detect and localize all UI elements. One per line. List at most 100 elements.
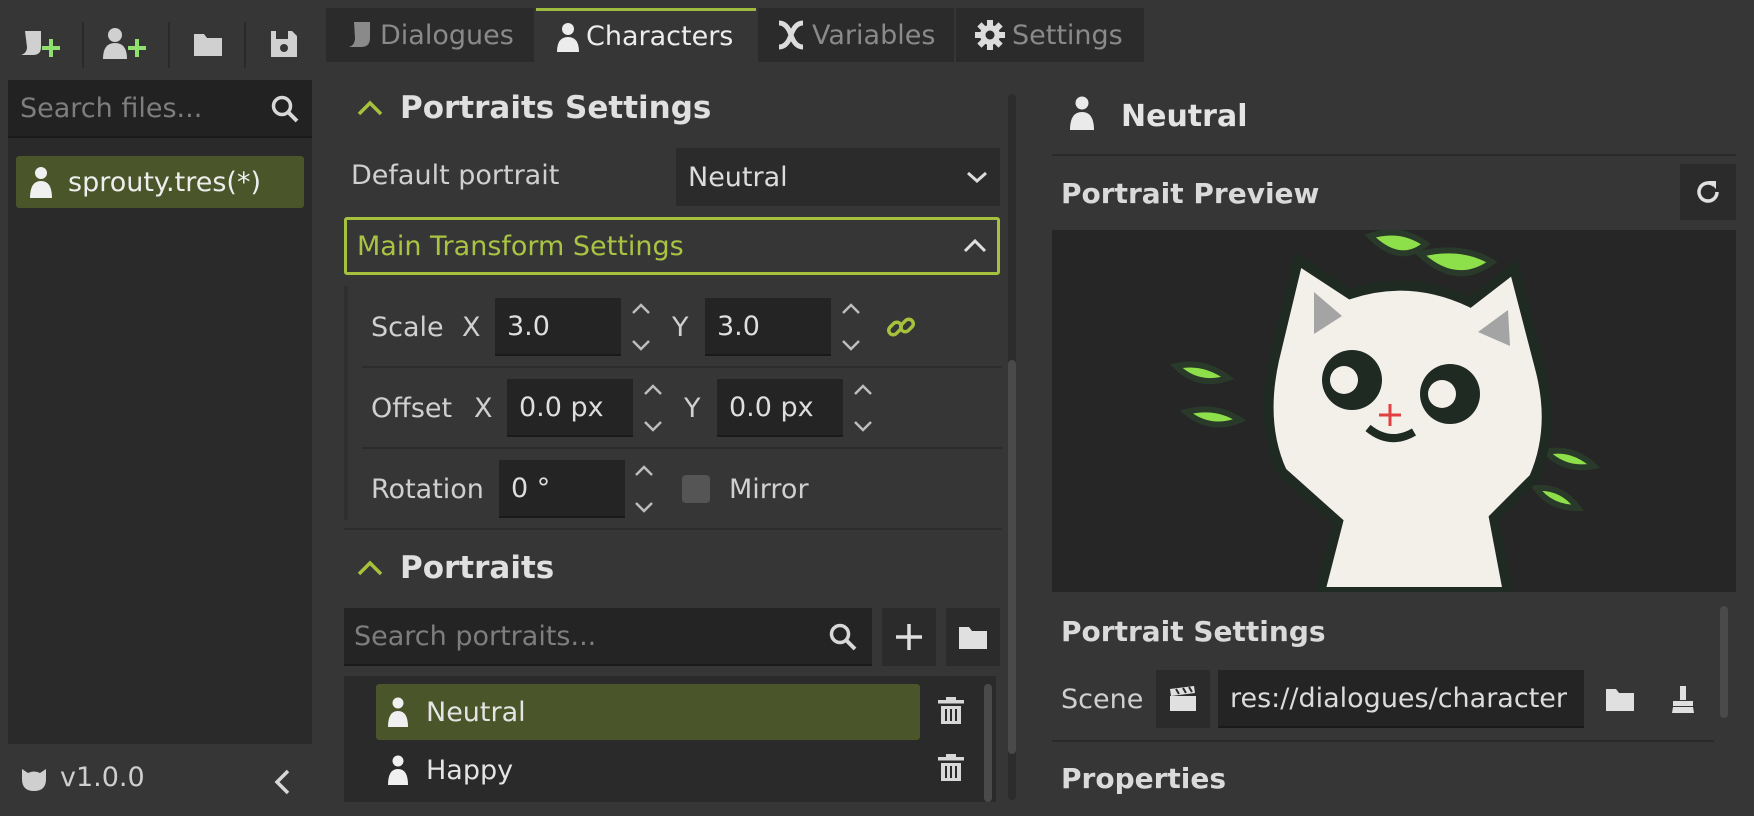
scale-label: Scale [371,312,444,343]
step-up-icon [854,384,872,395]
character-icon [388,755,408,785]
tab-variables[interactable]: Variables [758,8,954,62]
portrait-preview [1052,230,1736,592]
scale-y-stepper[interactable] [839,298,863,356]
main-transform-settings-toggle[interactable]: Main Transform Settings [344,217,1000,275]
portrait-item-neutral[interactable]: Neutral [376,684,920,740]
new-character-button[interactable] [100,20,148,68]
tab-characters[interactable]: Characters [536,8,756,62]
file-search-box [8,80,312,138]
link-scale-icon[interactable] [886,312,916,342]
offset-y-field[interactable]: 0.0 px [717,379,843,437]
collapse-sidebar-icon[interactable] [272,768,292,796]
offset-x-field[interactable]: 0.0 px [507,379,633,437]
offset-x-label: X [474,393,493,424]
plus-icon [894,622,924,652]
step-down-icon [635,502,653,513]
scale-y-value: 3.0 [717,310,760,342]
offset-label: Offset [371,393,453,424]
portrait-settings-title: Portrait Settings [1061,615,1326,648]
row-divider [362,447,1002,449]
scene-path-field[interactable]: res://dialogues/character [1218,670,1584,728]
mirror-checkbox[interactable] [682,475,710,503]
offset-y-label: Y [684,393,701,424]
folder-icon [192,30,224,58]
tab-label: Characters [586,21,734,52]
rotation-stepper[interactable] [632,460,656,518]
portraits-header[interactable]: Portraits [356,550,554,586]
tab-settings[interactable]: Settings [956,8,1144,62]
scale-y-label: Y [672,312,689,343]
reset-preview-button[interactable] [1680,164,1736,220]
step-down-icon [854,421,872,432]
scale-y-field[interactable]: 3.0 [705,298,831,356]
tab-dialogues[interactable]: Dialogues [326,8,534,62]
transform-inset-bar [344,286,348,520]
add-portrait-button[interactable] [882,608,936,666]
portrait-item-happy[interactable]: Happy [376,742,920,798]
toolbar-divider [244,22,246,68]
save-icon [269,29,299,59]
character-icon [556,22,580,52]
trash-icon[interactable] [936,753,968,785]
step-down-icon [842,340,860,351]
file-list-item[interactable]: sprouty.tres(*) [16,156,304,208]
rotation-field[interactable]: 0 ° [499,460,625,518]
toolbar-divider [82,22,84,68]
chevron-down-icon [966,170,988,184]
properties-title: Properties [1061,762,1227,795]
portrait-search-input[interactable] [354,620,814,652]
toolbar-divider [168,22,170,68]
add-character-icon [101,27,147,61]
tab-label: Variables [812,19,936,51]
portrait-label: Happy [426,754,514,786]
search-icon[interactable] [270,94,300,124]
variable-icon [776,20,806,50]
divider [1052,740,1714,742]
search-icon[interactable] [828,622,858,652]
mirror-label: Mirror [729,474,809,505]
import-portrait-folder-button[interactable] [946,608,1000,666]
dialogic-logo-icon [18,763,50,793]
scale-x-label: X [462,312,481,343]
add-timeline-icon [17,27,63,61]
trash-icon[interactable] [936,696,968,728]
clear-icon[interactable] [1670,684,1696,714]
main-transform-label: Main Transform Settings [357,230,684,262]
row-divider [362,366,1002,368]
default-portrait-label: Default portrait [351,160,560,191]
rotation-label: Rotation [371,474,484,505]
row-divider [344,528,1002,530]
folder-icon [958,624,988,650]
tab-label: Dialogues [380,19,514,51]
offset-y-stepper[interactable] [851,379,875,437]
right-scrollbar[interactable] [1720,606,1728,718]
section-title: Portraits [400,550,555,586]
main-tab-bar: Dialogues Characters Variables Settings [326,8,1146,62]
character-icon [1070,96,1094,130]
portrait-list: Neutral Happy [344,676,996,802]
scene-picker-button[interactable] [1156,670,1210,728]
step-down-icon [632,340,650,351]
default-portrait-dropdown[interactable]: Neutral [676,148,1000,206]
offset-y-value: 0.0 px [729,391,814,423]
chevron-up-icon [356,559,384,577]
portraits-settings-header[interactable]: Portraits Settings [356,90,711,126]
rotation-value: 0 ° [511,472,551,504]
offset-x-stepper[interactable] [641,379,665,437]
scale-x-field[interactable]: 3.0 [495,298,621,356]
portrait-label: Neutral [426,696,526,728]
scene-path-value: res://dialogues/character [1230,682,1567,714]
save-button[interactable] [260,20,308,68]
character-icon [388,697,408,727]
middle-scrollbar[interactable] [1008,360,1016,754]
file-name: sprouty.tres(*) [68,166,261,198]
new-timeline-button[interactable] [16,20,64,68]
open-file-button[interactable] [184,20,232,68]
scale-x-stepper[interactable] [629,298,653,356]
portrait-list-scrollbar[interactable] [984,684,992,802]
folder-icon[interactable] [1605,686,1635,712]
section-title: Portraits Settings [400,90,712,126]
file-search-input[interactable] [20,92,250,124]
tab-label: Settings [1012,19,1123,51]
